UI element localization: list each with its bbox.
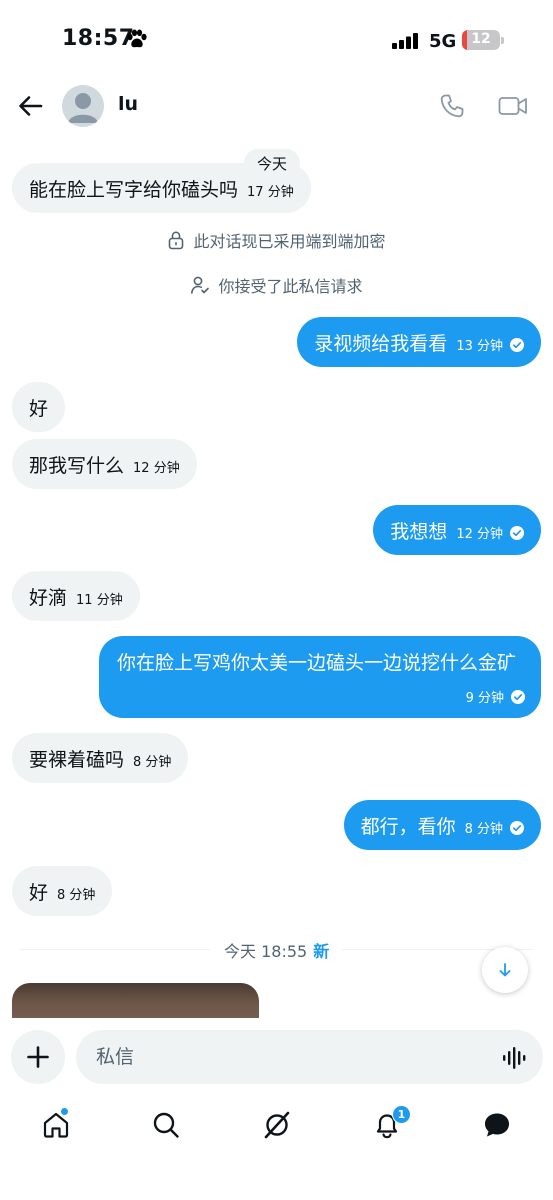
message-text: 我想想 [390, 520, 448, 543]
contact-name[interactable]: lu [118, 93, 138, 115]
encryption-notice: 此对话现已采用端到端加密 [0, 228, 553, 252]
home-notification-dot [60, 1107, 69, 1116]
request-accepted-notice: 你接受了此私信请求 [0, 273, 553, 297]
message-time: 11 分钟 [76, 593, 123, 608]
message-text: 那我写什么 [29, 454, 125, 477]
message-time: 13 分钟 [456, 339, 503, 354]
default-avatar-icon [68, 93, 98, 123]
read-check-icon [510, 525, 524, 540]
plus-icon [27, 1046, 49, 1068]
battery-level: 12 [471, 31, 491, 47]
cellular-signal-icon [392, 33, 418, 49]
new-messages-divider: 今天 18:55 新 [20, 938, 533, 962]
phone-icon[interactable] [438, 92, 466, 120]
divider-label: 今天 18:55 新 [224, 938, 329, 962]
add-attachment-button[interactable] [11, 1030, 65, 1084]
message-time: 12 分钟 [133, 461, 180, 476]
message-outgoing[interactable]: 我想想 12 分钟 [373, 505, 541, 555]
message-text: 要裸着磕吗 [29, 748, 125, 771]
divider-time: 今天 18:55 [224, 942, 308, 961]
message-text: 能在脸上写字给你磕头吗 [29, 178, 239, 201]
request-accepted-text: 你接受了此私信请求 [218, 277, 363, 296]
arrow-down-icon [499, 963, 511, 977]
message-outgoing[interactable]: 都行，看你 8 分钟 [343, 800, 541, 850]
message-incoming[interactable]: 好 [12, 382, 66, 432]
scroll-to-bottom-button[interactable] [482, 947, 528, 993]
message-time: 8 分钟 [464, 822, 503, 837]
status-bar: 18:57 5G 12 [0, 0, 553, 80]
back-arrow-icon[interactable] [16, 92, 44, 120]
encryption-notice-text: 此对话现已采用端到端加密 [193, 232, 386, 251]
message-outgoing[interactable]: 你在脸上写鸡你太美一边磕头一边说挖什么金矿 9 分钟 [99, 636, 541, 718]
divider-line [20, 949, 210, 950]
paw-icon [127, 29, 147, 48]
message-incoming[interactable]: 好滴 11 分钟 [12, 571, 140, 621]
message-text: 都行，看你 [360, 815, 456, 838]
message-incoming[interactable]: 那我写什么 12 分钟 [12, 439, 197, 489]
date-chip: 今天 [244, 149, 301, 177]
composer [0, 1018, 553, 1100]
grok-icon[interactable] [262, 1110, 292, 1140]
message-text: 好 [29, 397, 49, 420]
voice-message-icon[interactable] [502, 1046, 528, 1070]
read-check-icon [510, 337, 524, 352]
media-attachment[interactable] [12, 983, 259, 1023]
network-type: 5G [429, 31, 457, 52]
message-text: 录视频给我看看 [314, 332, 448, 355]
battery-nub [501, 37, 504, 44]
message-text: 你在脸上写鸡你太美一边磕头一边说挖什么金矿 [117, 652, 517, 674]
status-time: 18:57 [62, 26, 135, 51]
person-check-icon [191, 276, 210, 294]
read-check-icon [511, 689, 525, 704]
notifications-badge: 1 [392, 1105, 411, 1124]
message-time: 12 分钟 [456, 527, 503, 542]
message-time: 9 分钟 [465, 691, 504, 706]
message-time: 17 分钟 [247, 185, 294, 200]
message-text: 好 [29, 881, 49, 904]
bottom-navigation: 1 [0, 1100, 553, 1152]
conversation-header: lu [0, 80, 553, 132]
avatar[interactable] [62, 85, 104, 127]
read-check-icon [510, 820, 524, 835]
message-text: 好滴 [29, 586, 68, 609]
message-incoming[interactable]: 要裸着磕吗 8 分钟 [12, 733, 189, 783]
message-incoming[interactable]: 好 8 分钟 [12, 866, 113, 916]
new-badge: 新 [313, 942, 330, 961]
message-outgoing[interactable]: 录视频给我看看 13 分钟 [297, 317, 541, 367]
search-icon[interactable] [151, 1110, 181, 1140]
message-time: 8 分钟 [57, 888, 96, 903]
message-meta: 9 分钟 [466, 687, 525, 706]
messages-icon[interactable] [482, 1110, 512, 1140]
message-input[interactable] [76, 1030, 543, 1084]
message-time: 8 分钟 [133, 755, 172, 770]
battery-icon: 12 [462, 30, 500, 50]
lock-icon [169, 231, 184, 250]
video-camera-icon[interactable] [497, 92, 529, 120]
